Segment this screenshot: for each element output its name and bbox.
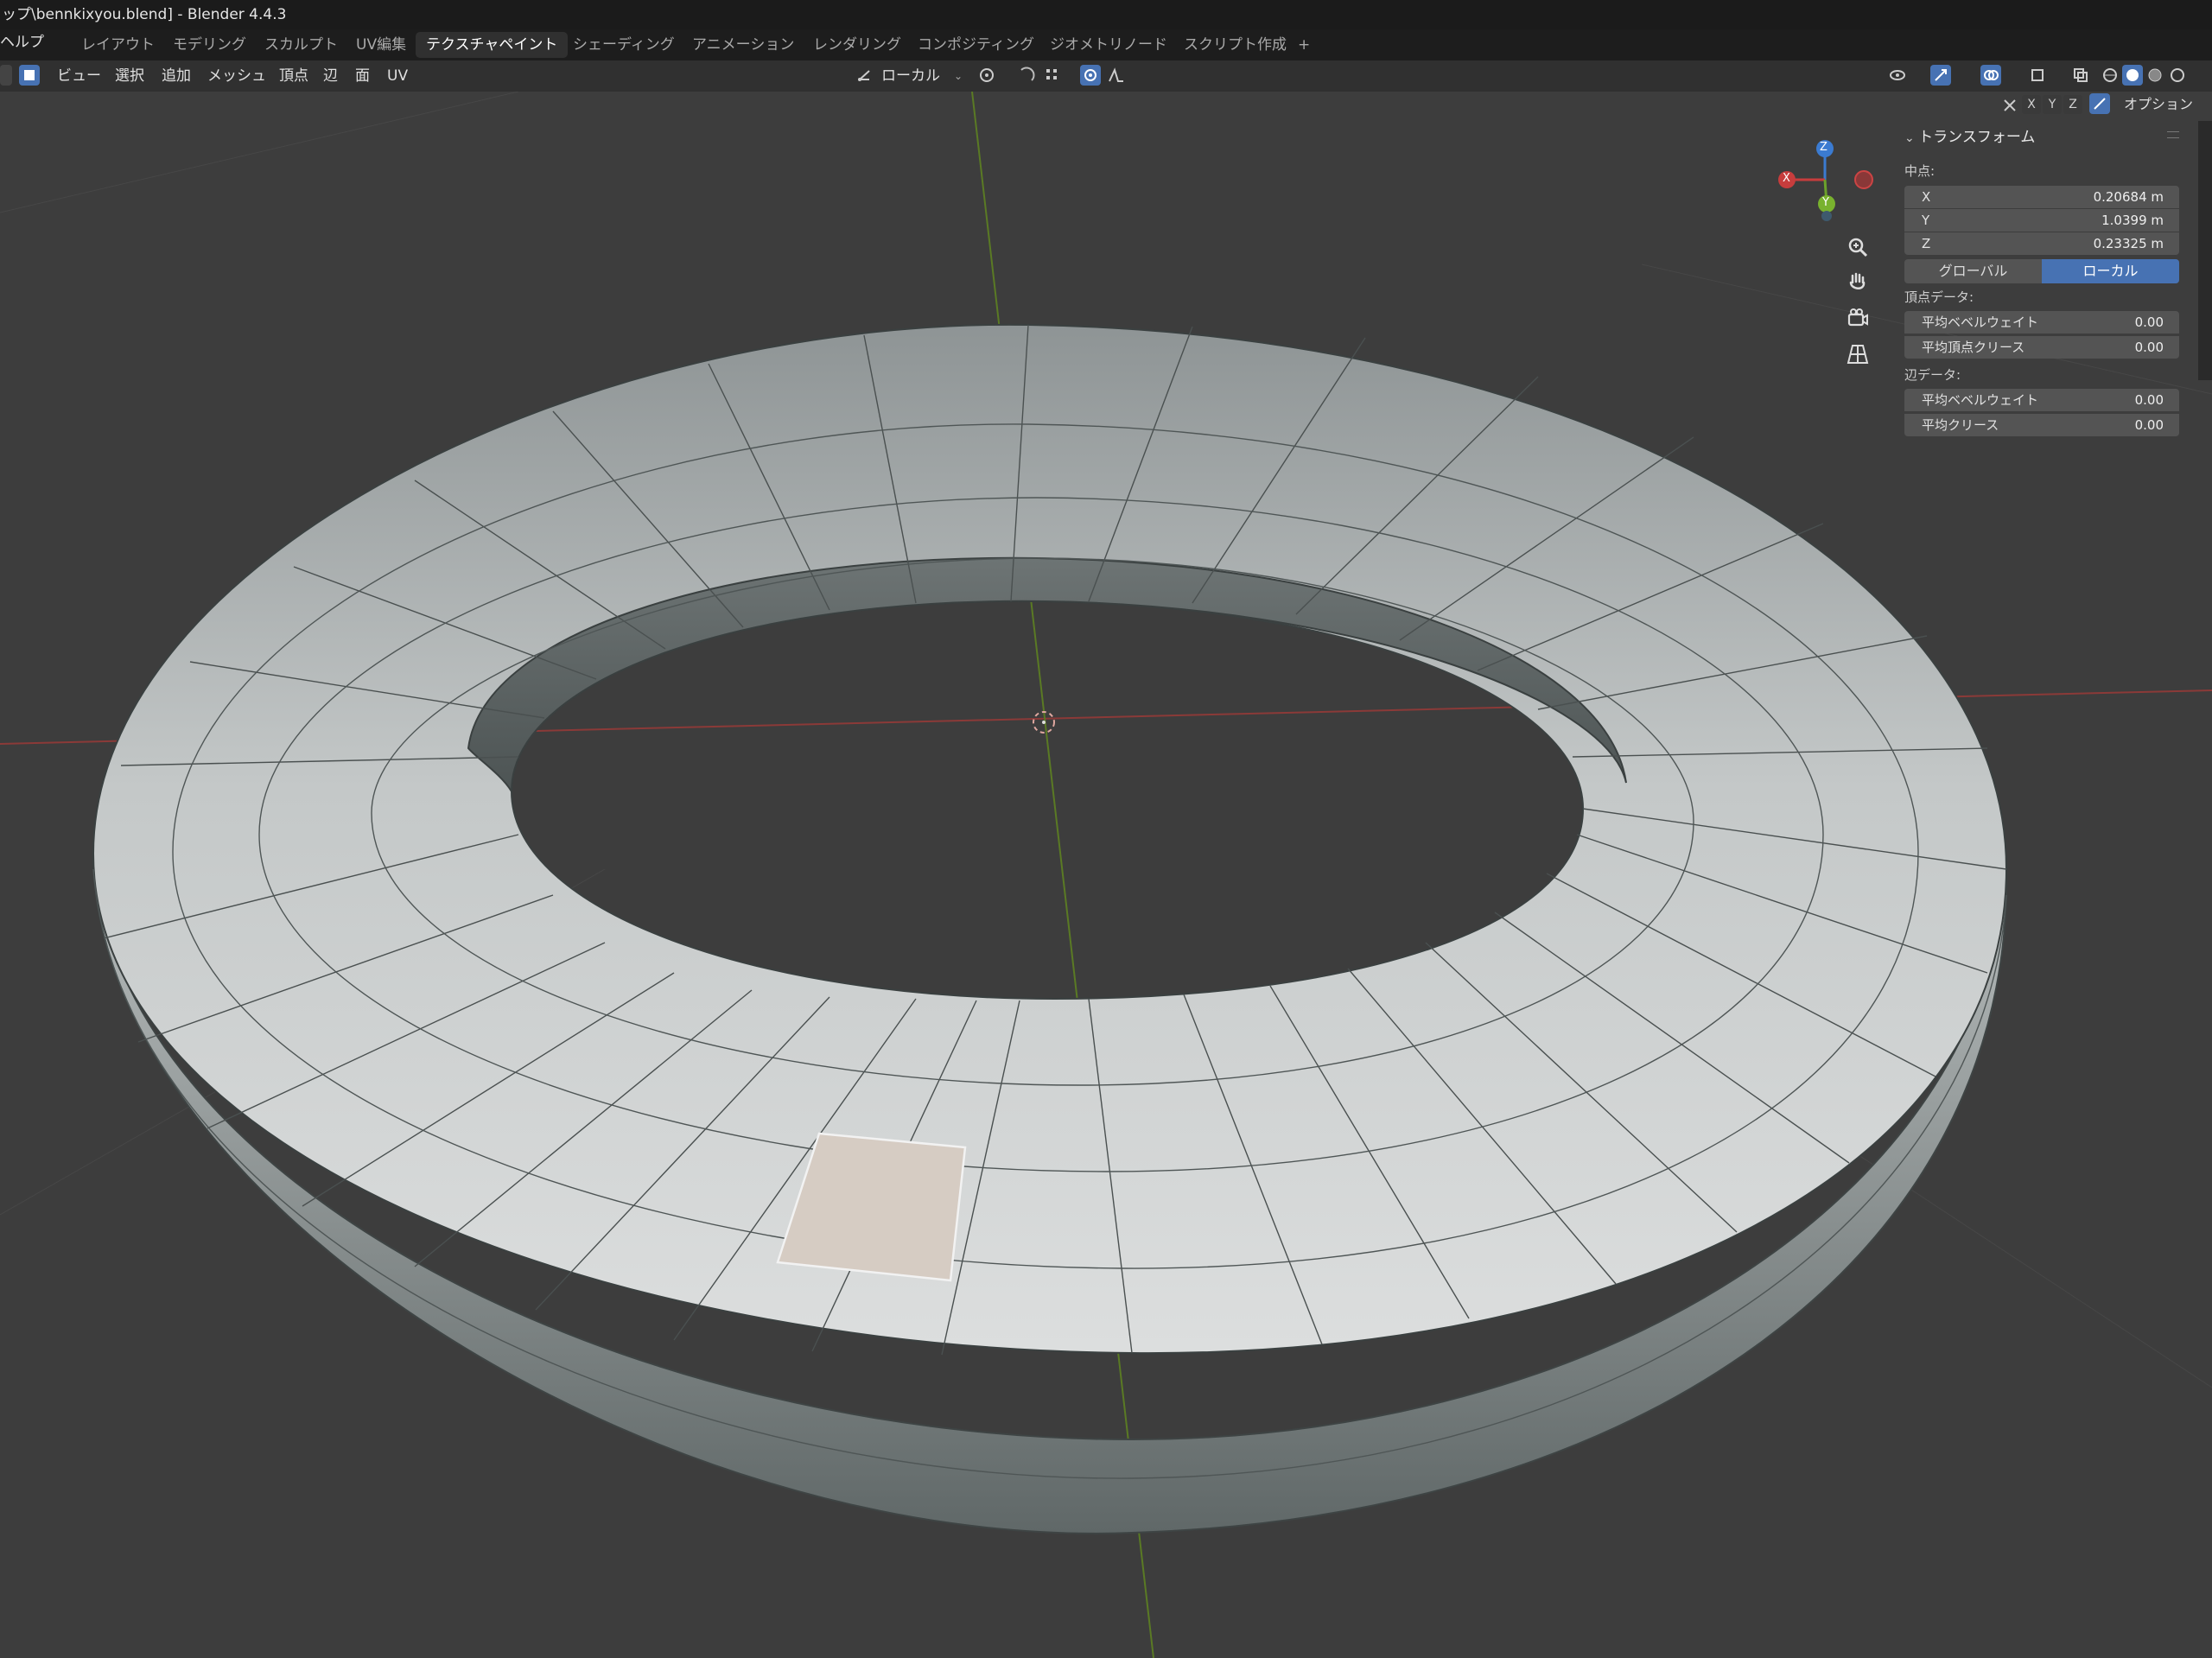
options-dropdown[interactable]: オプション bbox=[2124, 92, 2193, 118]
axis-z-toggle[interactable]: Z bbox=[2063, 95, 2082, 114]
snap-icon[interactable] bbox=[1016, 65, 1037, 86]
vertex-data-label: 頂点データ: bbox=[1904, 289, 1974, 305]
median-z-value: 0.23325 m bbox=[2093, 236, 2164, 251]
space-toggle: グローバル ローカル bbox=[1904, 259, 2179, 283]
median-z-label: Z bbox=[1922, 236, 1931, 251]
perspective-grid-icon[interactable] bbox=[1840, 337, 1875, 372]
edge-crease-field[interactable]: 平均クリース 0.00 bbox=[1904, 414, 2179, 436]
tab-sculpt[interactable]: スカルプト bbox=[254, 32, 348, 58]
tab-animation[interactable]: アニメーション bbox=[682, 32, 804, 58]
xray-icon[interactable] bbox=[2070, 65, 2091, 86]
workspace-bar: ヘルプ レイアウト モデリング スカルプト UV編集 テクスチャペイント シェー… bbox=[0, 29, 2212, 60]
transform-orientation-icon[interactable] bbox=[854, 65, 874, 86]
menu-face[interactable]: 面 bbox=[355, 60, 370, 92]
auto-merge-icon[interactable] bbox=[2089, 93, 2110, 114]
edge-bevel-weight-label: 平均ベベルウェイト bbox=[1922, 392, 2039, 408]
chevron-down-icon[interactable]: ⌄ bbox=[954, 60, 963, 92]
vertex-bevel-weight-field[interactable]: 平均ベベルウェイト 0.00 bbox=[1904, 311, 2179, 334]
menu-uv[interactable]: UV bbox=[387, 60, 408, 92]
visibility-icon[interactable] bbox=[1887, 65, 1908, 86]
median-x-value: 0.20684 m bbox=[2093, 189, 2164, 205]
window-title: ップ\bennkixyou.blend] - Blender 4.4.3 bbox=[2, 6, 287, 23]
vertex-crease-label: 平均頂点クリース bbox=[1922, 340, 2025, 355]
pivot-point-icon[interactable] bbox=[976, 65, 997, 86]
median-x-label: X bbox=[1922, 189, 1931, 205]
median-y-label: Y bbox=[1922, 213, 1930, 228]
select-mode-vertex-icon[interactable] bbox=[0, 65, 12, 86]
vertex-bevel-weight-value: 0.00 bbox=[2134, 314, 2164, 330]
vertex-crease-field[interactable]: 平均頂点クリース 0.00 bbox=[1904, 336, 2179, 359]
median-x-field[interactable]: X 0.20684 m bbox=[1904, 186, 2179, 208]
camera-view-icon[interactable] bbox=[1840, 301, 1875, 335]
3d-viewport[interactable] bbox=[0, 92, 2212, 1658]
panel-drag-handle-icon[interactable] bbox=[2167, 131, 2179, 138]
tab-uv-editing[interactable]: UV編集 bbox=[346, 32, 416, 58]
edge-data-label: 辺データ: bbox=[1904, 367, 1961, 383]
local-button[interactable]: ローカル bbox=[2042, 259, 2179, 283]
viewport-header: ビュー 選択 追加 メッシュ 頂点 辺 面 UV ローカル ⌄ bbox=[0, 60, 2212, 92]
title-bar: ップ\bennkixyou.blend] - Blender 4.4.3 bbox=[0, 0, 2212, 29]
mesh-edit-overlays-icon[interactable] bbox=[2027, 65, 2048, 86]
edge-crease-label: 平均クリース bbox=[1922, 417, 1999, 433]
tab-texture-paint[interactable]: テクスチャペイント bbox=[416, 32, 569, 58]
proportional-editing-icon[interactable] bbox=[1080, 65, 1101, 86]
gizmo-z-label: Z bbox=[1820, 141, 1827, 154]
axis-y-toggle[interactable]: Y bbox=[2043, 95, 2062, 114]
edge-bevel-weight-value: 0.00 bbox=[2134, 392, 2164, 408]
menu-view[interactable]: ビュー bbox=[57, 60, 101, 92]
viewport-canvas[interactable] bbox=[0, 92, 2212, 1658]
falloff-icon[interactable] bbox=[1106, 65, 1127, 86]
tab-modeling[interactable]: モデリング bbox=[162, 32, 257, 58]
shading-wireframe-icon[interactable] bbox=[2100, 65, 2120, 86]
pan-hand-icon[interactable] bbox=[1840, 264, 1875, 299]
torus-top-surface bbox=[92, 323, 2008, 1355]
gizmo-toggle-icon[interactable] bbox=[1930, 65, 1951, 86]
menu-add[interactable]: 追加 bbox=[162, 60, 191, 92]
select-mode-face-icon[interactable] bbox=[19, 65, 40, 86]
axis-x-toggle[interactable]: X bbox=[2022, 95, 2041, 114]
snap-target-icon[interactable] bbox=[1042, 65, 1063, 86]
menu-select[interactable]: 選択 bbox=[115, 60, 144, 92]
median-y-field[interactable]: Y 1.0399 m bbox=[1904, 209, 2179, 232]
menu-mesh[interactable]: メッシュ bbox=[207, 60, 266, 92]
transform-panel: ⌄ トランスフォーム 中点: X 0.20684 m Y 1.0399 m Z … bbox=[1901, 121, 2186, 449]
median-y-value: 1.0399 m bbox=[2101, 213, 2164, 228]
median-z-field[interactable]: Z 0.23325 m bbox=[1904, 232, 2179, 255]
overlays-icon[interactable] bbox=[1980, 65, 2001, 86]
tab-scripting[interactable]: スクリプト作成 bbox=[1173, 32, 1297, 58]
tab-rendering[interactable]: レンダリング bbox=[803, 32, 912, 58]
vertex-bevel-weight-label: 平均ベベルウェイト bbox=[1922, 314, 2039, 330]
tab-layout[interactable]: レイアウト bbox=[71, 32, 165, 58]
menu-help[interactable]: ヘルプ bbox=[0, 29, 44, 55]
global-button[interactable]: グローバル bbox=[1904, 259, 2042, 283]
median-label: 中点: bbox=[1904, 163, 1936, 179]
menu-edge[interactable]: 辺 bbox=[323, 60, 338, 92]
tab-compositing[interactable]: コンポジティング bbox=[907, 32, 1045, 58]
shading-rendered-icon[interactable] bbox=[2167, 65, 2188, 86]
vertex-crease-value: 0.00 bbox=[2134, 340, 2164, 355]
chevron-down-icon[interactable]: ⌄ bbox=[1904, 131, 1918, 145]
panel-title: トランスフォーム bbox=[1918, 129, 2036, 146]
tab-shading[interactable]: シェーディング bbox=[563, 32, 685, 58]
shading-solid-icon[interactable] bbox=[2122, 65, 2143, 86]
sidebar-tabs[interactable] bbox=[2198, 121, 2212, 380]
shading-material-icon[interactable] bbox=[2145, 65, 2165, 86]
gizmo-x-label: X bbox=[1783, 172, 1790, 185]
zoom-icon[interactable] bbox=[1840, 230, 1875, 264]
panel-header[interactable]: ⌄ トランスフォーム bbox=[1904, 126, 2035, 149]
menu-vertex[interactable]: 頂点 bbox=[279, 60, 308, 92]
mirror-icon[interactable] bbox=[1999, 95, 2020, 116]
edge-crease-value: 0.00 bbox=[2134, 417, 2164, 433]
tab-geometry-nodes[interactable]: ジオメトリノード bbox=[1039, 32, 1178, 58]
orientation-dropdown[interactable]: ローカル bbox=[881, 60, 940, 92]
edge-bevel-weight-field[interactable]: 平均ベベルウェイト 0.00 bbox=[1904, 389, 2179, 411]
gizmo-y-label: Y bbox=[1822, 196, 1829, 209]
add-workspace-button[interactable]: + bbox=[1287, 32, 1320, 58]
navigation-gizmo[interactable]: Z X Y bbox=[1763, 130, 1892, 233]
